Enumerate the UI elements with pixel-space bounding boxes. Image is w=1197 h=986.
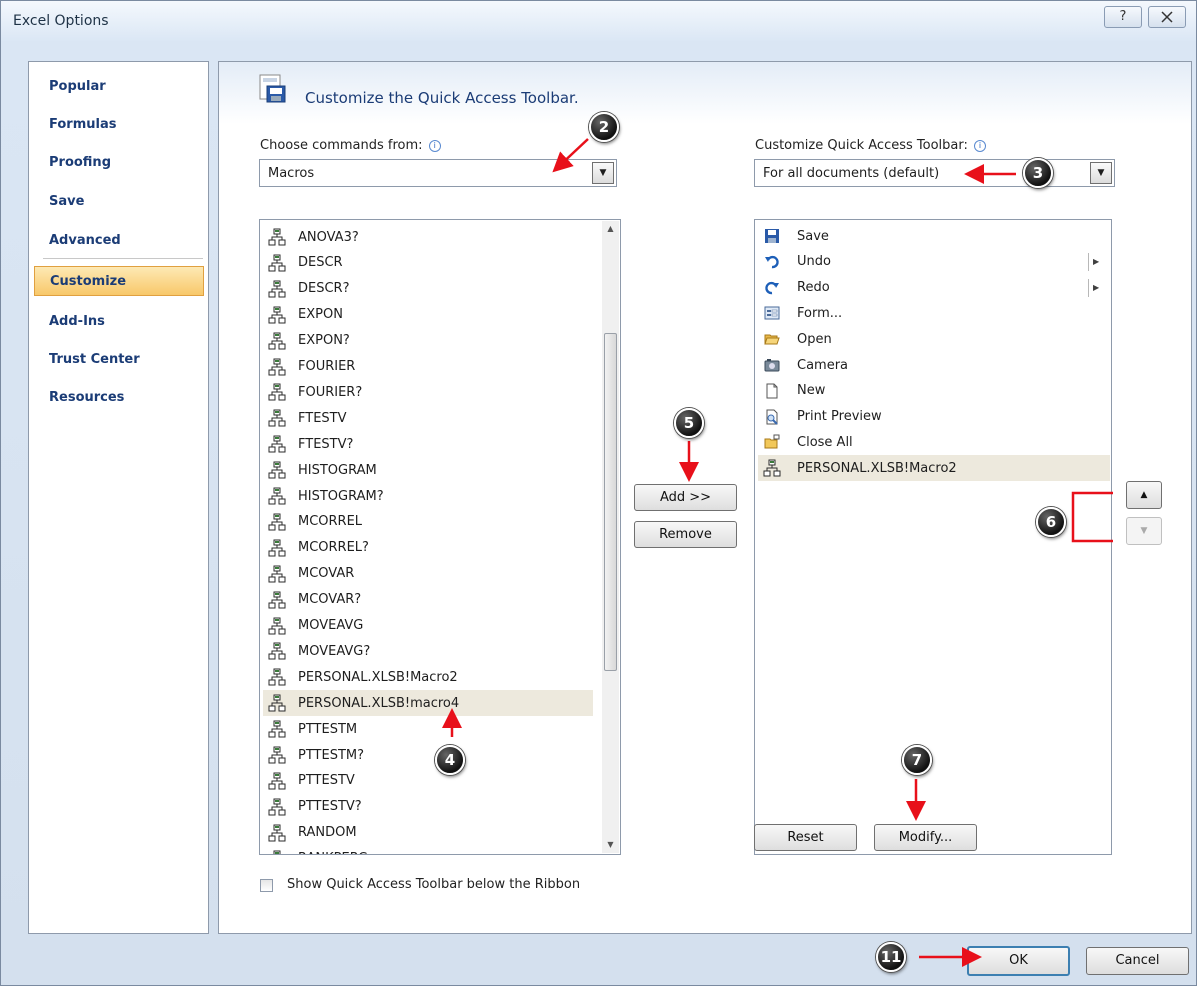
annotation-badge-11: 11 (876, 942, 906, 972)
annotation-badge-6: 6 (1036, 507, 1066, 537)
bracket-to-move-buttons (1071, 491, 1113, 543)
annotation-badge-2: 2 (589, 112, 619, 142)
annotation-arrows (442, 138, 1113, 967)
excel-options-dialog: Excel Options ? Popular Formulas Proofin… (0, 0, 1197, 986)
annotation-badge-4: 4 (435, 745, 465, 775)
annotation-badge-5: 5 (674, 408, 704, 438)
annotation-badge-7: 7 (902, 745, 932, 775)
annotation-badge-3: 3 (1023, 158, 1053, 188)
arrow-to-choose-dropdown (552, 138, 589, 173)
